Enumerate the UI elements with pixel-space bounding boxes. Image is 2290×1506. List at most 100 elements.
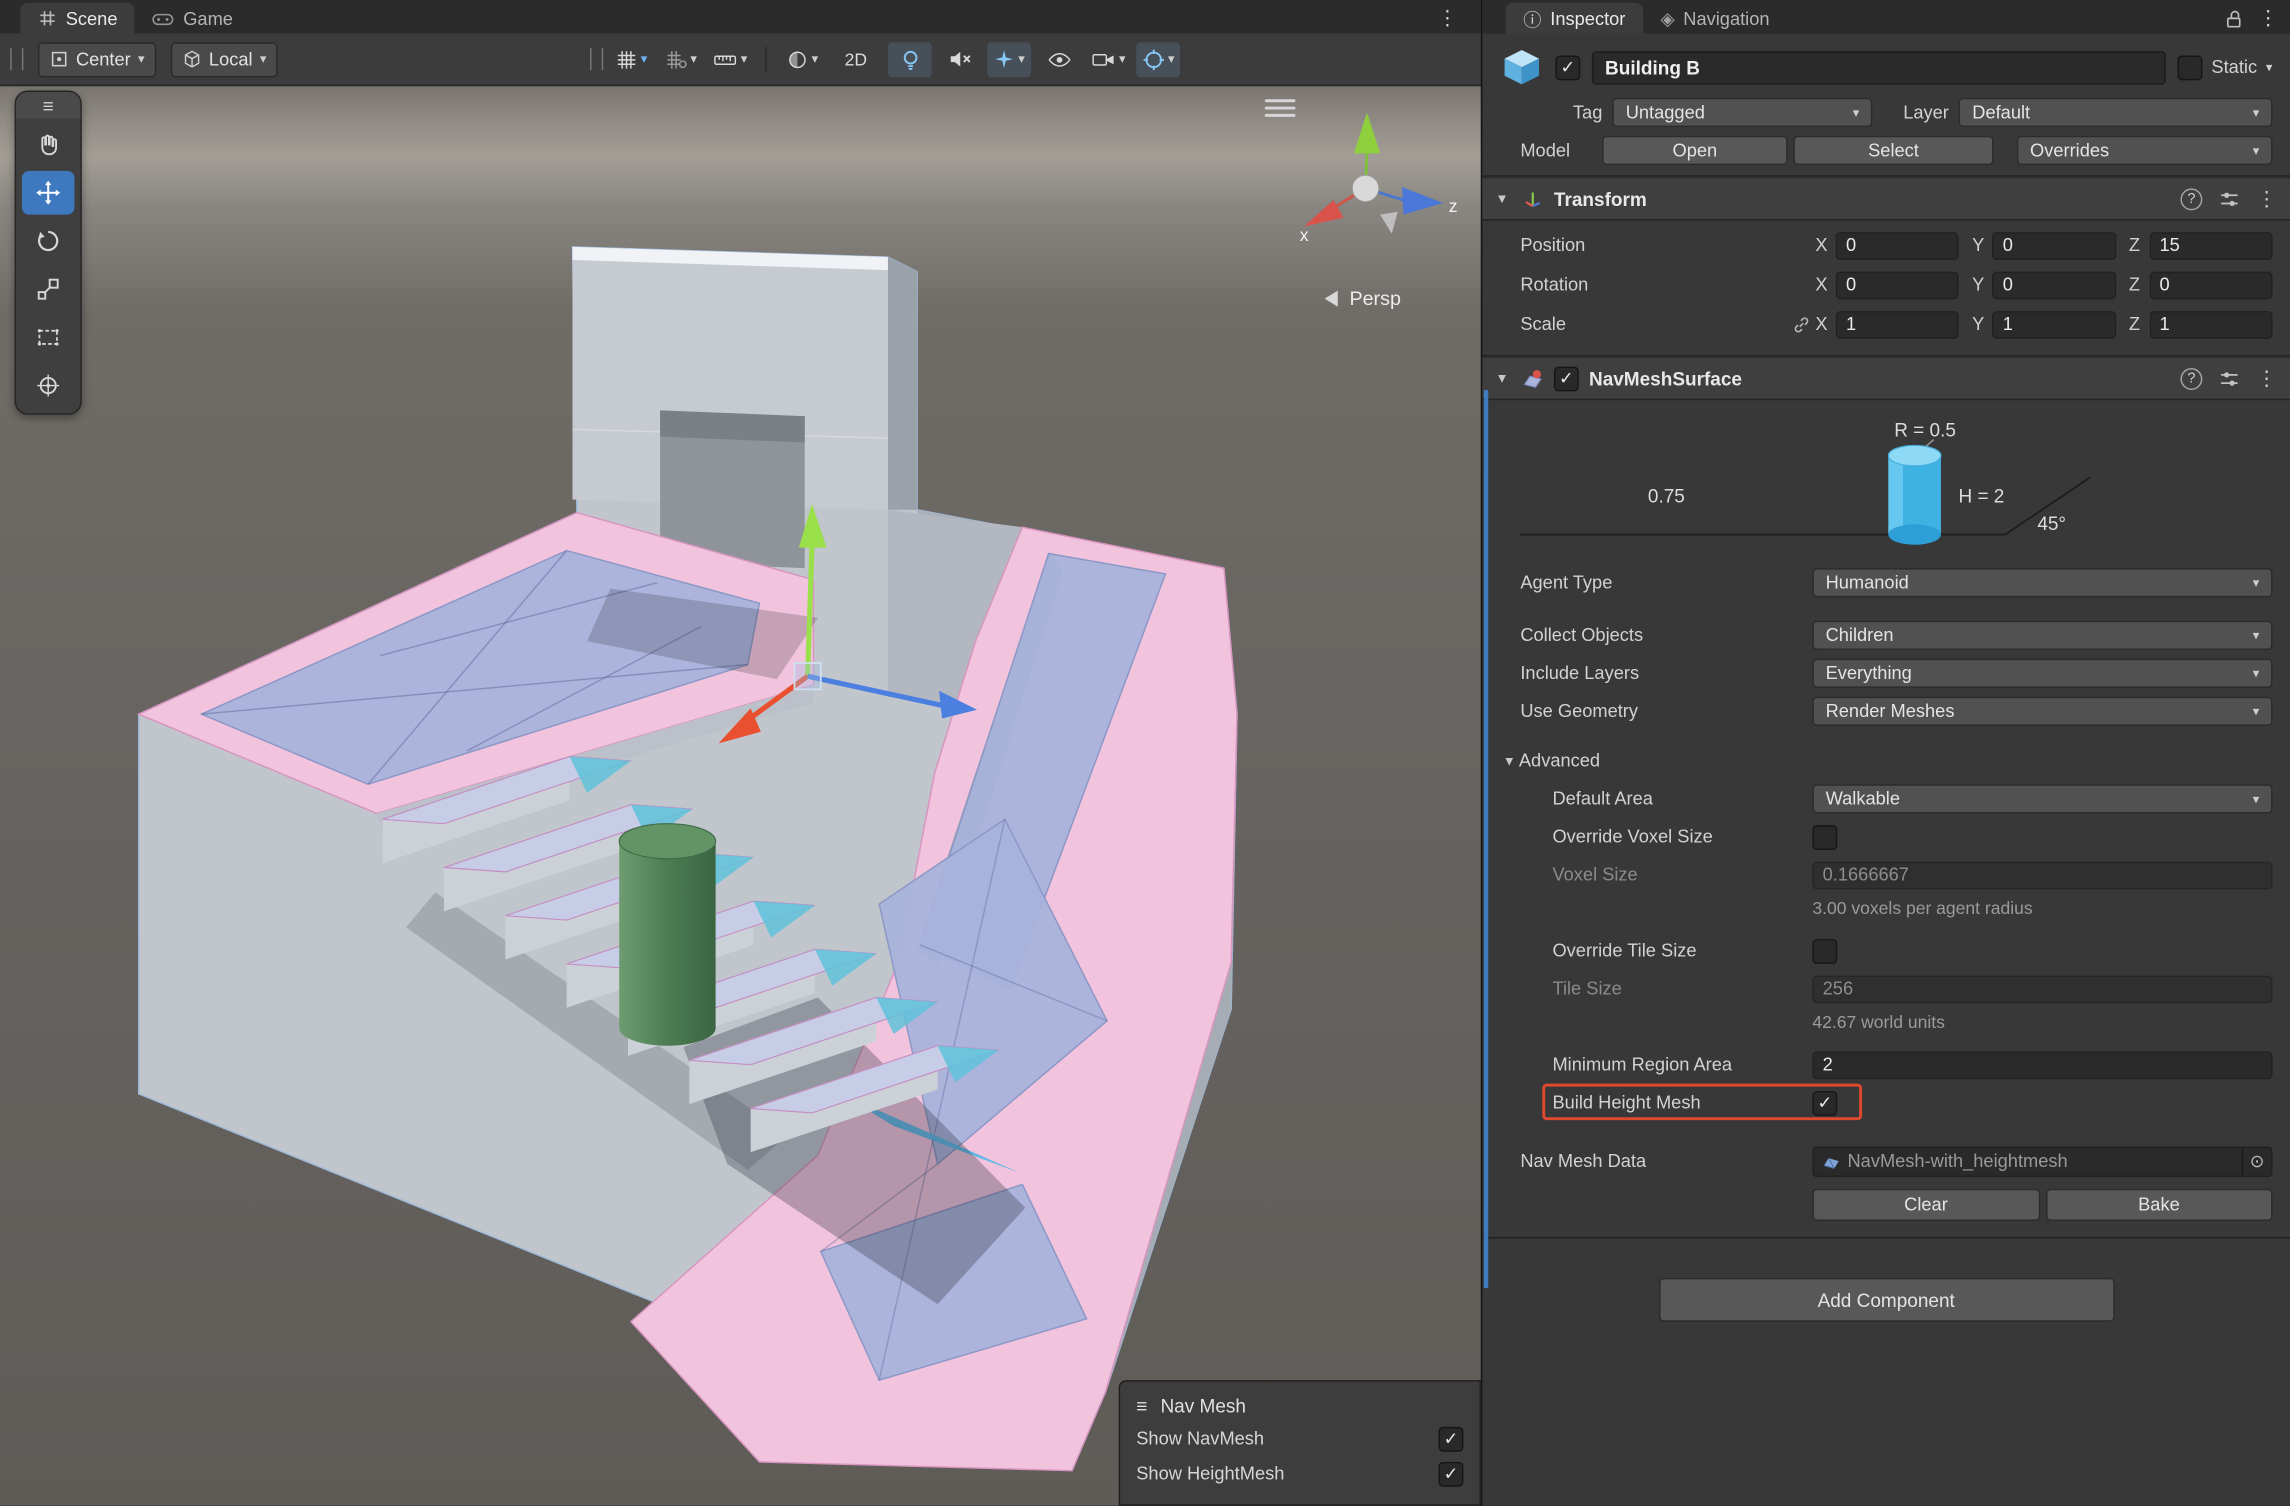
- toolbar-drag-handle[interactable]: [10, 48, 23, 70]
- gameobject-enabled-checkbox[interactable]: ✓: [1555, 55, 1580, 80]
- layer-label: Layer: [1903, 102, 1949, 122]
- tab-game[interactable]: Game: [135, 3, 250, 34]
- layer-dropdown[interactable]: Default▾: [1959, 98, 2272, 127]
- measure-tool-button[interactable]: ▾: [708, 42, 752, 77]
- tag-dropdown[interactable]: Untagged▾: [1613, 98, 1873, 127]
- show-heightmesh-row: Show HeightMesh ✓: [1136, 1456, 1463, 1491]
- rotation-z-field[interactable]: 0: [2149, 271, 2272, 299]
- scale-y-field[interactable]: 1: [1993, 310, 2116, 338]
- audio-mute-button[interactable]: [938, 42, 982, 77]
- hand-tool-button[interactable]: [22, 123, 75, 167]
- gameobject-name-field[interactable]: Building B: [1592, 50, 2166, 84]
- bake-button[interactable]: Bake: [2045, 1189, 2272, 1221]
- presets-icon[interactable]: [2218, 188, 2240, 210]
- camera-settings-button[interactable]: ▾: [1087, 42, 1131, 77]
- tab-scene[interactable]: Scene: [20, 3, 135, 34]
- build-height-mesh-row: Build Height Mesh ✓: [1500, 1084, 2273, 1122]
- add-component-button[interactable]: Add Component: [1658, 1278, 2114, 1322]
- shading-mode-button[interactable]: ▾: [780, 42, 824, 77]
- chevron-down-icon[interactable]: ▾: [741, 53, 748, 66]
- include-layers-dropdown[interactable]: Everything▾: [1812, 659, 2272, 688]
- position-y-field[interactable]: 0: [1993, 231, 2116, 259]
- 2d-toggle-button[interactable]: 2D: [830, 42, 883, 77]
- use-geometry-dropdown[interactable]: Render Meshes▾: [1812, 697, 2272, 726]
- clear-button[interactable]: Clear: [1812, 1189, 2039, 1221]
- lock-icon[interactable]: [2224, 8, 2243, 28]
- chevron-down-icon[interactable]: ▾: [812, 53, 819, 66]
- override-tile-row: Override Tile Size: [1500, 932, 2273, 970]
- override-tile-label: Override Tile Size: [1500, 941, 1813, 961]
- voxel-size-label: Voxel Size: [1500, 865, 1813, 885]
- chevron-down-icon[interactable]: ▾: [690, 53, 697, 66]
- foldout-icon[interactable]: ▼: [1496, 371, 1512, 386]
- override-voxel-checkbox[interactable]: [1812, 824, 1837, 849]
- navmesh-data-field[interactable]: NavMesh-with_heightmesh ⊙: [1812, 1146, 2272, 1177]
- help-icon[interactable]: ?: [2180, 188, 2202, 210]
- min-region-field[interactable]: 2: [1812, 1051, 2272, 1079]
- collect-objects-dropdown[interactable]: Children▾: [1812, 621, 2272, 650]
- increment-snap-button[interactable]: ▾: [659, 42, 703, 77]
- component-menu-icon[interactable]: ⋮: [2256, 186, 2276, 211]
- voxel-size-row: Voxel Size 0.1666667: [1500, 856, 2273, 894]
- show-navmesh-checkbox[interactable]: ✓: [1439, 1426, 1464, 1451]
- gizmos-toggle-button[interactable]: ▾: [1136, 42, 1180, 77]
- object-picker-icon[interactable]: ⊙: [2242, 1147, 2271, 1175]
- chevron-down-icon[interactable]: ▾: [641, 53, 648, 66]
- presets-icon[interactable]: [2218, 367, 2240, 389]
- agent-type-label: Agent Type: [1500, 572, 1813, 592]
- default-area-dropdown[interactable]: Walkable▾: [1812, 784, 2272, 813]
- rotation-x-field[interactable]: 0: [1836, 271, 1959, 299]
- advanced-foldout[interactable]: ▼ Advanced: [1500, 742, 2273, 780]
- position-z-field[interactable]: 15: [2149, 231, 2272, 259]
- static-checkbox[interactable]: [2178, 55, 2203, 80]
- rotate-tool-button[interactable]: [22, 219, 75, 263]
- gizmo-z-label[interactable]: z: [1449, 196, 1458, 216]
- toolbar-drag-handle[interactable]: [590, 48, 603, 70]
- cylinder-obstacle[interactable]: [619, 824, 715, 1046]
- rotation-y-field[interactable]: 0: [1993, 271, 2116, 299]
- position-x-field[interactable]: 0: [1836, 231, 1959, 259]
- hamburger-icon[interactable]: ≡: [1136, 1394, 1147, 1416]
- chevron-down-icon[interactable]: ▾: [1018, 53, 1025, 66]
- grid-snap-button[interactable]: ▾: [609, 42, 653, 77]
- static-dropdown-icon[interactable]: ▾: [2266, 61, 2273, 74]
- scale-link-icon[interactable]: [1792, 315, 1815, 334]
- lighting-toggle-button[interactable]: [888, 42, 932, 77]
- help-icon[interactable]: ?: [2180, 367, 2202, 389]
- effects-toggle-button[interactable]: ▾: [987, 42, 1031, 77]
- rect-tool-button[interactable]: [22, 315, 75, 359]
- gizmo-x-label[interactable]: x: [1300, 225, 1309, 245]
- persp-label[interactable]: Persp: [1349, 288, 1401, 310]
- foldout-icon[interactable]: ▼: [1496, 191, 1512, 206]
- chevron-down-icon[interactable]: ▾: [1168, 53, 1175, 66]
- scene-viewport[interactable]: x z Persp ≡: [0, 86, 1481, 1506]
- chevron-down-icon[interactable]: ▾: [1119, 53, 1126, 66]
- scale-z-field[interactable]: 1: [2149, 310, 2272, 338]
- component-menu-icon[interactable]: ⋮: [2256, 366, 2276, 391]
- scale-x-field[interactable]: 1: [1836, 310, 1959, 338]
- tab-inspector[interactable]: ⓘ Inspector: [1506, 3, 1643, 34]
- scale-tool-button[interactable]: [22, 267, 75, 311]
- scene-tab-menu-icon[interactable]: ⋮: [1437, 6, 1457, 31]
- transform-header[interactable]: ▼ Transform ? ⋮: [1482, 177, 2290, 221]
- tool-palette-handle[interactable]: ≡: [16, 92, 80, 118]
- transform-tool-button[interactable]: [22, 364, 75, 408]
- orientation-label: Local: [209, 49, 253, 69]
- show-heightmesh-checkbox[interactable]: ✓: [1439, 1461, 1464, 1486]
- navmeshsurface-enabled-checkbox[interactable]: ✓: [1554, 366, 1579, 391]
- orientation-dropdown[interactable]: Local ▾: [171, 42, 278, 77]
- agent-type-dropdown[interactable]: Humanoid▾: [1812, 568, 2272, 597]
- model-label: Model: [1520, 140, 1596, 160]
- model-select-button[interactable]: Select: [1793, 136, 1993, 165]
- model-open-button[interactable]: Open: [1602, 136, 1787, 165]
- pivot-mode-dropdown[interactable]: Center ▾: [38, 42, 156, 77]
- min-region-label: Minimum Region Area: [1500, 1054, 1813, 1074]
- tab-navigation[interactable]: ◈ Navigation: [1643, 3, 1787, 34]
- scene-visibility-button[interactable]: [1037, 42, 1081, 77]
- chevron-down-icon: ▾: [138, 53, 145, 66]
- overrides-dropdown[interactable]: Overrides▾: [2017, 136, 2273, 165]
- override-tile-checkbox[interactable]: [1812, 938, 1837, 963]
- inspector-menu-icon[interactable]: ⋮: [2258, 6, 2278, 31]
- navmeshsurface-header[interactable]: ▼ ✓ NavMeshSurface ? ⋮: [1482, 356, 2290, 400]
- move-tool-button[interactable]: [22, 171, 75, 215]
